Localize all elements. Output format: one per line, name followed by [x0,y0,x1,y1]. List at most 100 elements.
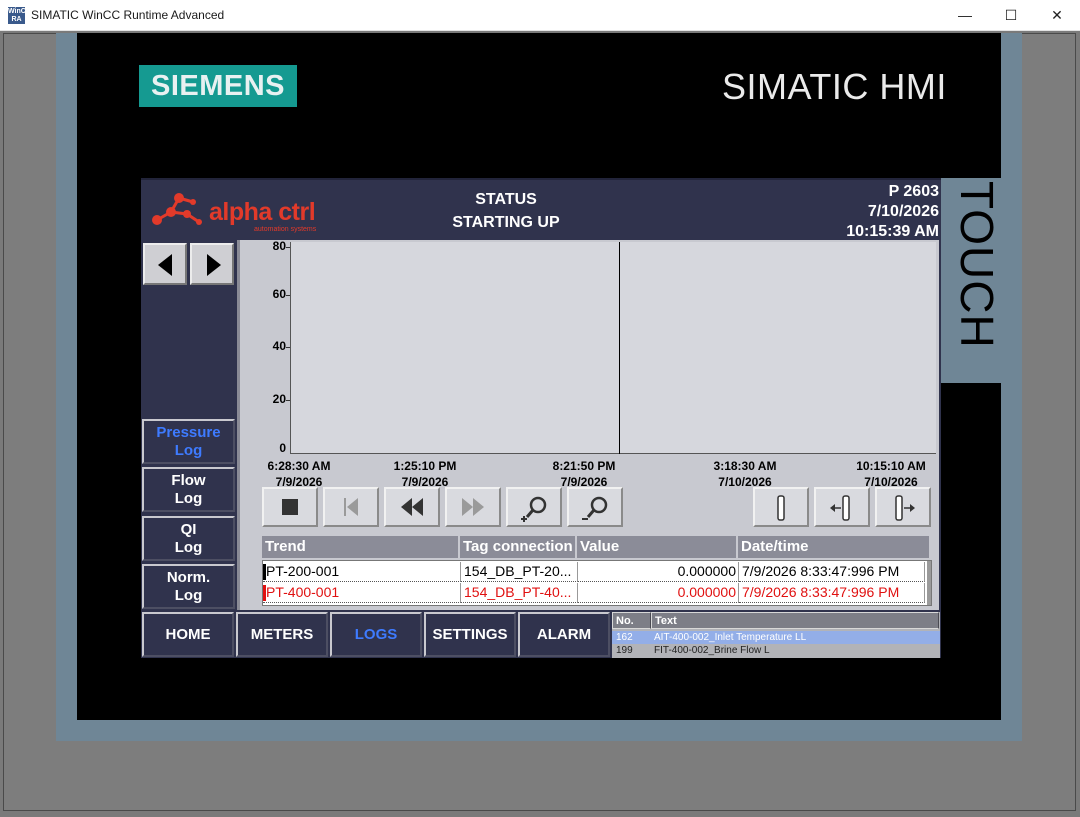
ruler-icon [777,495,785,521]
x-axis-label: 3:18:30 AM 7/10/2026 [695,458,795,490]
close-button[interactable]: ✕ [1034,0,1080,31]
alarm-column-text[interactable]: Text [651,612,939,629]
x-axis-time: 3:18:30 AM [713,459,777,473]
window-title: SIMATIC WinCC Runtime Advanced [31,8,225,22]
touch-label: TOUCH [951,181,1003,349]
alarm-row[interactable]: 162 AIT-400-002_Inlet Temperature LL [612,631,940,644]
zoom-out-button[interactable] [567,487,623,527]
cell-datetime: 7/9/2026 8:33:47:996 PM [739,583,925,603]
maximize-button[interactable]: ☐ [988,0,1034,31]
zoom-out-icon [582,496,608,520]
y-tick-label: 20 [272,392,286,406]
alarm-text: AIT-400-002_Inlet Temperature LL [654,632,807,643]
trend-ruler[interactable] [619,242,620,454]
cell-datetime: 7/9/2026 8:33:47:996 PM [739,562,925,582]
stop-button[interactable] [262,487,318,527]
status-value: STARTING UP [452,214,560,231]
previous-screen-button[interactable] [143,243,187,285]
trend-view: 80 60 40 20 0 6:28:30 AM 7/9/2026 1:25:1… [237,239,941,610]
alarm-button[interactable]: ALARM [518,612,610,657]
molecule-icon [152,193,202,225]
x-axis-label: 1:25:10 PM 7/9/2026 [375,458,475,490]
trend-value-table: PT-200-001 154_DB_PT-20... 0.000000 7/9/… [262,560,932,606]
meters-button[interactable]: METERS [236,612,328,657]
product-label: SIMATIC HMI [722,66,947,107]
home-button[interactable]: HOME [142,612,234,657]
x-axis-label: 8:21:50 PM 7/9/2026 [534,458,634,490]
current-time: 10:15:39 AM [846,223,939,240]
cell-trend: PT-200-001 [263,562,461,582]
qi-log-label-1: QI [180,521,197,538]
x-axis-label: 10:15:10 AM 7/10/2026 [841,458,941,490]
table-row[interactable]: PT-200-001 154_DB_PT-20... 0.000000 7/9/… [263,562,929,582]
alarm-text: FIT-400-002_Brine Flow L [654,645,770,656]
ruler-back-button[interactable] [814,487,870,527]
stop-icon [282,499,298,515]
alarm-column-no[interactable]: No. [612,612,651,629]
ruler-right-icon [895,495,915,521]
y-tick-label: 0 [279,441,286,455]
settings-button[interactable]: SETTINGS [424,612,516,657]
flow-log-button[interactable]: Flow Log [142,467,235,512]
x-axis-time: 10:15:10 AM [856,459,926,473]
flow-log-label-2: Log [174,490,203,507]
hmi-screen: alpha ctrl automation systems STATUS STA… [141,178,941,658]
window-titlebar: WinCC RA SIMATIC WinCC Runtime Advanced … [0,0,1080,31]
rewind-button[interactable] [384,487,440,527]
ruler-button[interactable] [753,487,809,527]
column-header-trend[interactable]: Trend [262,536,460,558]
cell-value: 0.000000 [578,562,739,582]
pressure-log-label-1: Pressure [156,424,221,441]
app-icon: WinCC RA [8,7,31,24]
screen-header: alpha ctrl automation systems STATUS STA… [141,178,941,240]
rewind-icon [401,498,423,516]
current-date: 7/10/2026 [867,203,939,220]
company-name: alpha ctrl [209,198,316,226]
alarm-list: No. Text 162 AIT-400-002_Inlet Temperatu… [612,612,940,658]
station-id: P 2603 [888,183,939,200]
ruler-forward-button[interactable] [875,487,931,527]
zoom-in-button[interactable] [506,487,562,527]
touch-label-strip: TOUCH [941,178,1003,383]
pressure-log-label-2: Log [174,442,203,459]
table-scrollbar[interactable] [927,561,931,605]
arrow-right-icon [207,254,221,276]
status-label: STATUS [475,191,537,208]
alarm-number: 199 [616,645,633,656]
forward-button[interactable] [445,487,501,527]
qi-log-label-2: Log [174,539,203,556]
arrow-left-icon [158,254,172,276]
y-tick-label: 60 [272,287,286,301]
logs-button[interactable]: LOGS [330,612,422,657]
y-tick-label: 40 [272,339,286,353]
y-tick-label: 80 [272,239,286,253]
cell-trend: PT-400-001 [263,583,461,603]
norm-log-label-1: Norm. [166,569,211,586]
cell-value: 0.000000 [578,583,739,603]
x-axis-time: 6:28:30 AM [267,459,331,473]
company-tagline: automation systems [254,226,317,233]
norm-log-button[interactable]: Norm. Log [142,564,235,609]
next-screen-button[interactable] [190,243,234,285]
norm-log-label-2: Log [174,587,203,604]
skip-back-icon [344,498,358,516]
pressure-log-button[interactable]: Pressure Log [142,419,235,464]
x-axis-time: 8:21:50 PM [552,459,616,473]
cell-tag: 154_DB_PT-20... [461,562,578,582]
minimize-button[interactable]: — [942,0,988,31]
column-header-datetime[interactable]: Date/time [738,536,931,558]
x-axis-time: 1:25:10 PM [393,459,457,473]
column-header-value[interactable]: Value [577,536,738,558]
column-header-tag[interactable]: Tag connection [460,536,577,558]
go-to-start-button[interactable] [323,487,379,527]
siemens-logo: SIEMENS [139,65,297,107]
fast-forward-icon [462,498,484,516]
trend-plot-area[interactable] [290,242,936,454]
alarm-row[interactable]: 199 FIT-400-002_Brine Flow L [612,644,940,657]
cell-tag: 154_DB_PT-40... [461,583,578,603]
table-row[interactable]: PT-400-001 154_DB_PT-40... 0.000000 7/9/… [263,583,929,603]
alarm-number: 162 [616,632,633,643]
ruler-left-icon [830,495,850,521]
qi-log-button[interactable]: QI Log [142,516,235,561]
x-axis-label: 6:28:30 AM 7/9/2026 [249,458,349,490]
